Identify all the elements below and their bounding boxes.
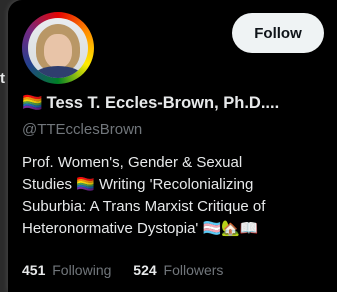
background-text-fragment: t [0, 70, 5, 87]
followers-label: Followers [163, 262, 224, 278]
display-name-text: Tess T. Eccles-Brown, Ph.D.... [46, 94, 280, 112]
following-label: Following [52, 262, 112, 278]
profile-hover-card: Follow 🏳️‍🌈 Tess T. Eccles-Brown, Ph.D..… [8, 0, 337, 292]
follow-button[interactable]: Follow [232, 13, 324, 53]
bio-line: Studies 🏳️‍🌈 Writing 'Recolonializing [22, 176, 254, 193]
bio-line: Suburbia: A Trans Marxist Critique of [22, 198, 266, 215]
bio-line: Prof. Women's, Gender & Sexual [22, 154, 243, 171]
display-name[interactable]: 🏳️‍🌈 Tess T. Eccles-Brown, Ph.D.... [22, 94, 332, 116]
followers-link[interactable]: 524 Followers [133, 262, 223, 278]
user-handle[interactable]: @TTEcclesBrown [22, 121, 142, 138]
rainbow-flag-icon: 🏳️‍🌈 [22, 94, 43, 112]
following-count: 451 [22, 262, 46, 278]
bio-line: Heteronormative Dystopia' 🏳️‍⚧️🏡📖 [22, 220, 259, 237]
profile-bio: Prof. Women's, Gender & Sexual Studies 🏳… [22, 152, 322, 240]
following-link[interactable]: 451 Following [22, 262, 111, 278]
followers-count: 524 [133, 262, 157, 278]
profile-stats: 451 Following 524 Followers [22, 262, 241, 278]
avatar[interactable] [22, 12, 94, 84]
user-avatar-photo [28, 18, 88, 78]
